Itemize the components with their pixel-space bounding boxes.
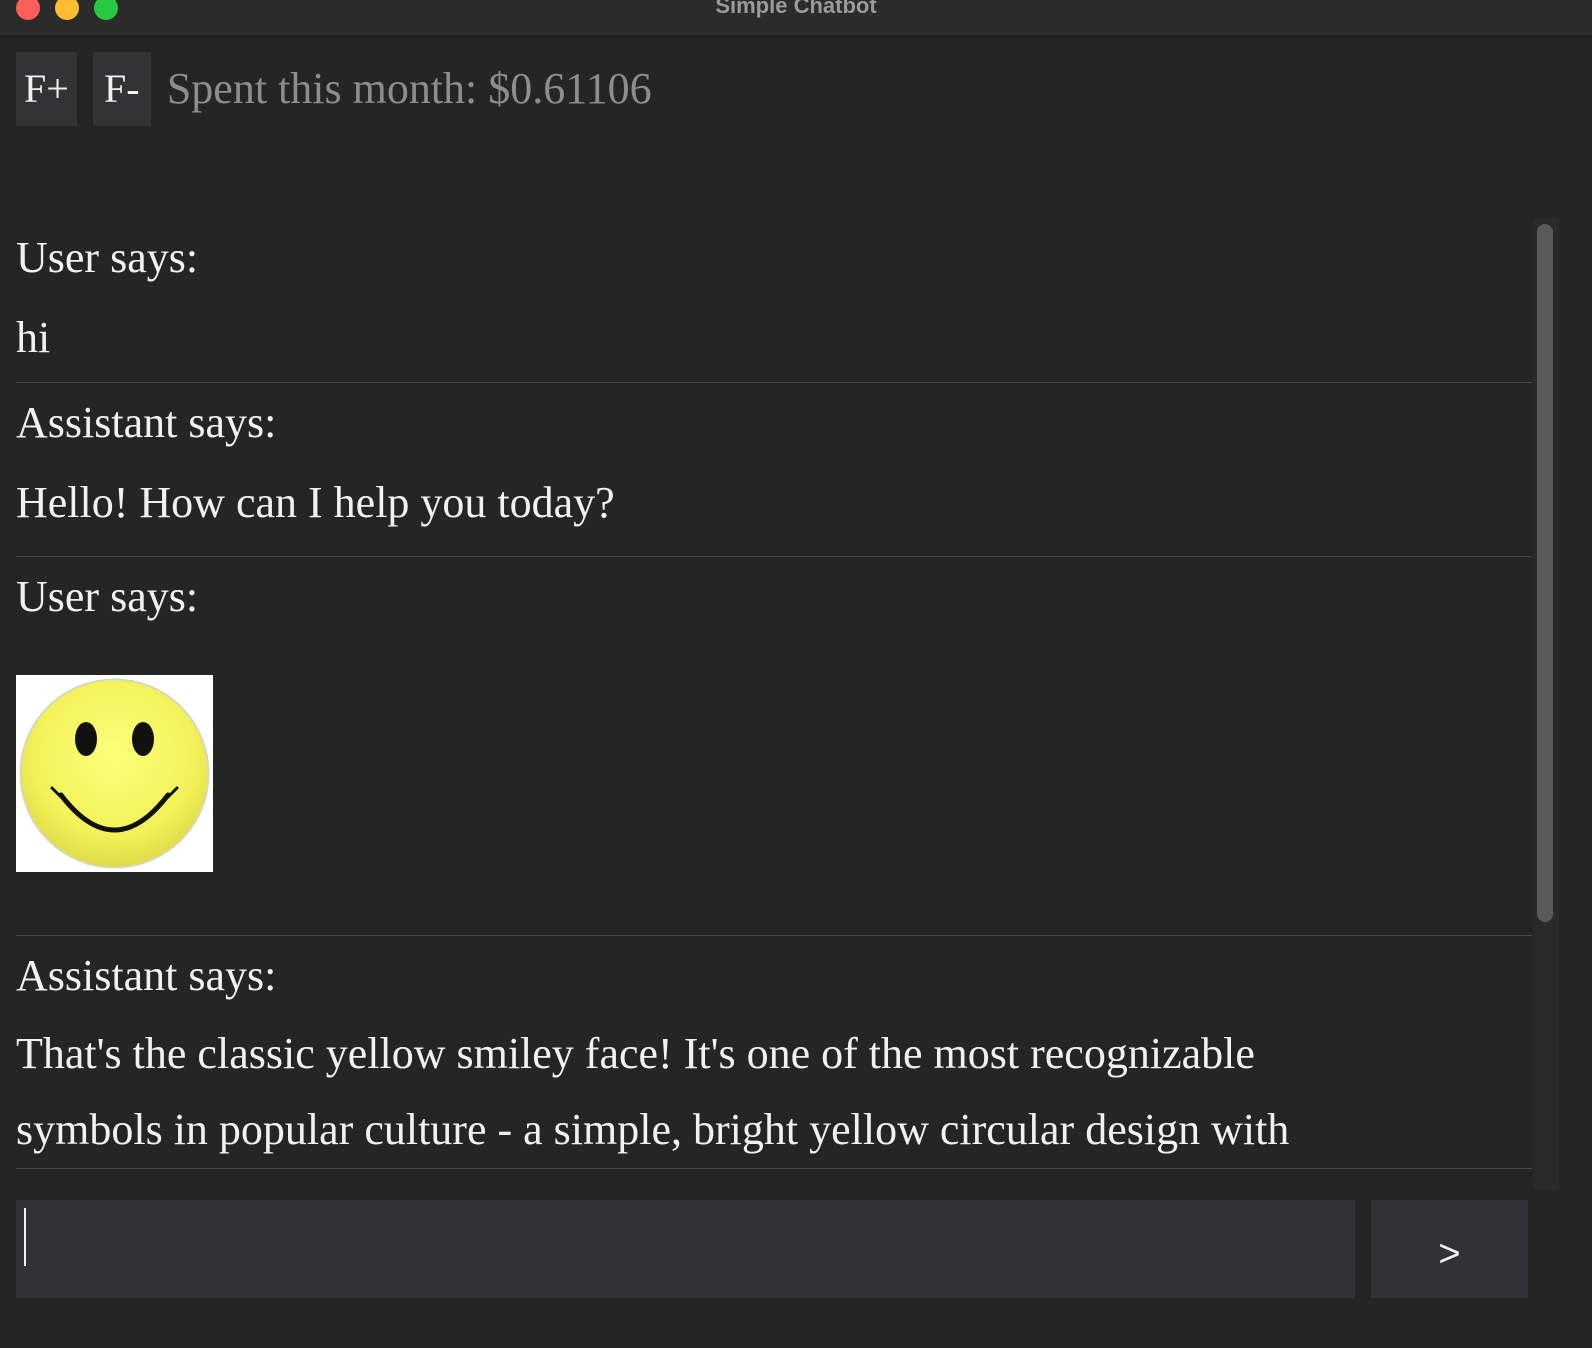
title-bar[interactable]: Simple Chatbot: [0, 0, 1592, 37]
message-input[interactable]: [16, 1200, 1355, 1298]
chat-message-user: User says: hi: [16, 218, 1532, 383]
monthly-spend-label: Spent this month: $0.61106: [166, 64, 652, 113]
text-cursor: [24, 1208, 26, 1266]
message-line: That's the classic yellow smiley face! I…: [16, 1029, 1255, 1078]
chat-log[interactable]: User says: hi Assistant says: Hello! How…: [16, 218, 1532, 1190]
toolbar: F+ F- Spent this month: $0.61106: [16, 52, 652, 126]
chat-scrollbar-thumb[interactable]: [1537, 224, 1553, 922]
chat-window: Simple Chatbot F+ F- Spent this month: $…: [0, 0, 1592, 1348]
decrease-font-button[interactable]: F-: [92, 52, 151, 126]
increase-font-button[interactable]: F+: [16, 52, 77, 126]
message-line: symbols in popular culture - a simple, b…: [16, 1105, 1290, 1154]
chat-message-assistant: Assistant says: Hello! How can I help yo…: [16, 383, 1532, 557]
chat-message-user-image: User says:: [16, 557, 1532, 936]
message-text: hi: [16, 313, 51, 362]
message-speaker: User says:: [16, 233, 199, 282]
message-speaker: Assistant says:: [16, 398, 277, 447]
message-speaker: Assistant says:: [16, 951, 277, 1000]
smiley-face-image: [16, 675, 213, 872]
chat-message-assistant: Assistant says: That's the classic yello…: [16, 936, 1532, 1169]
message-text: Hello! How can I help you today?: [16, 478, 615, 527]
window-title: Simple Chatbot: [715, 0, 877, 18]
send-button[interactable]: >: [1371, 1200, 1528, 1298]
smiley-face-icon: [19, 678, 210, 869]
message-speaker: User says:: [16, 572, 199, 621]
